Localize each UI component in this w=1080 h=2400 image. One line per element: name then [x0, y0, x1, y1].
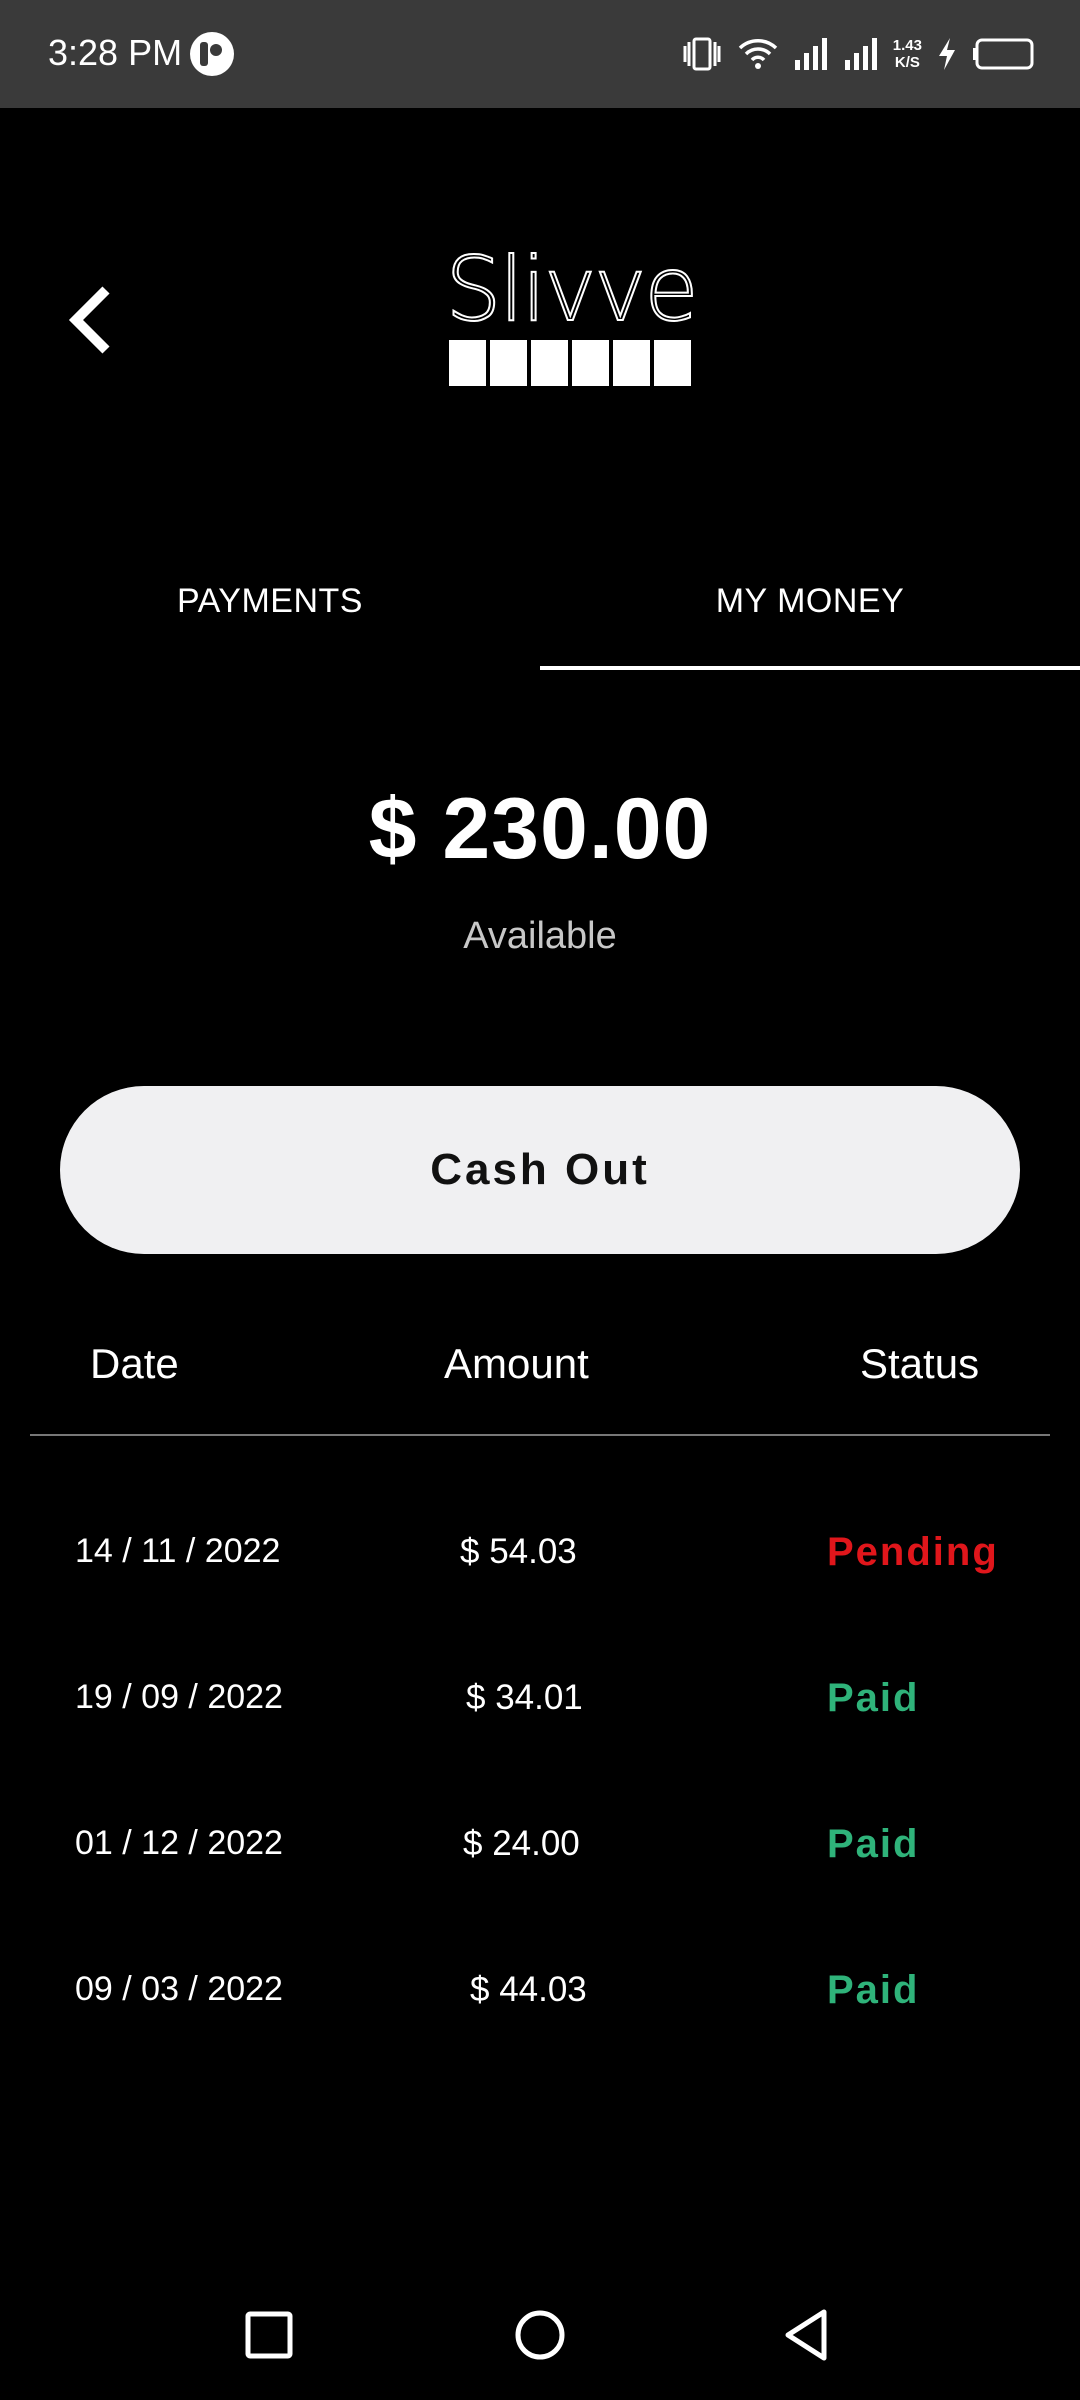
table-row[interactable]: 09 / 03 / 2022 $ 44.03 Paid: [0, 1968, 1080, 2050]
signal-icon-2: [844, 38, 877, 70]
network-speed-unit: K/S: [894, 54, 920, 71]
wifi-icon: [738, 39, 778, 69]
system-back-button[interactable]: [772, 2300, 842, 2370]
row-date: 09 / 03 / 2022: [75, 1970, 283, 2008]
home-button[interactable]: [505, 2300, 575, 2370]
row-amount: $ 44.03: [470, 1970, 587, 2009]
status-badge: Paid: [827, 1676, 920, 1720]
status-time: 3:28 PM: [48, 32, 183, 73]
row-date: 14 / 11 / 2022: [75, 1532, 281, 1570]
battery-icon: [973, 38, 1034, 70]
table-header: Date Amount Status: [0, 1340, 1080, 1410]
vibrate-icon: [683, 37, 721, 71]
status-badge: Paid: [827, 1968, 920, 2012]
status-badge: Pending: [827, 1530, 999, 1574]
cash-out-button[interactable]: Cash Out: [60, 1086, 1020, 1254]
row-amount: $ 54.03: [460, 1532, 577, 1571]
balance-label: Available: [463, 915, 617, 957]
column-header-status: Status: [860, 1340, 980, 1387]
logo-text: Slivve: [446, 240, 696, 341]
tab-my-money[interactable]: MY MONEY: [540, 540, 1080, 662]
triangle-back-icon: [785, 2309, 827, 2361]
status-bar: 3:28 PM 1.43 K/S: [0, 0, 1080, 108]
status-badge: Paid: [827, 1822, 920, 1866]
tab-bar: PAYMENTS MY MONEY: [0, 540, 1080, 670]
row-amount: $ 34.01: [466, 1678, 583, 1717]
circle-icon: [515, 2310, 565, 2360]
back-button[interactable]: [56, 280, 126, 360]
recents-button[interactable]: [234, 2300, 304, 2370]
square-icon: [245, 2311, 293, 2359]
chevron-left-icon: [68, 286, 110, 354]
balance-amount: $ 230.00: [368, 781, 712, 877]
system-nav-bar: [0, 2260, 1080, 2400]
slivve-logo: Slivve: [444, 237, 700, 386]
table-row[interactable]: 01 / 12 / 2022 $ 24.00 Paid: [0, 1822, 1080, 1904]
column-header-amount: Amount: [444, 1340, 589, 1387]
row-amount: $ 24.00: [463, 1824, 580, 1863]
network-speed: 1.43 K/S: [893, 37, 922, 71]
table-row[interactable]: 14 / 11 / 2022 $ 54.03 Pending: [0, 1530, 1080, 1612]
logo: Slivve: [444, 237, 700, 390]
row-date: 19 / 09 / 2022: [75, 1678, 283, 1716]
logo-blocks: [449, 340, 691, 386]
column-header-date: Date: [90, 1340, 179, 1387]
signal-icon: [794, 38, 827, 70]
table-row[interactable]: 19 / 09 / 2022 $ 34.01 Paid: [0, 1676, 1080, 1758]
charging-icon: [939, 38, 955, 70]
row-date: 01 / 12 / 2022: [75, 1824, 283, 1862]
tab-payments[interactable]: PAYMENTS: [0, 540, 540, 662]
tab-selected-indicator: [540, 666, 1080, 670]
status-icons: 1.43 K/S: [681, 30, 1036, 78]
network-speed-value: 1.43: [892, 37, 922, 54]
app-notification-icon: [190, 32, 234, 76]
table-divider: [30, 1434, 1050, 1436]
